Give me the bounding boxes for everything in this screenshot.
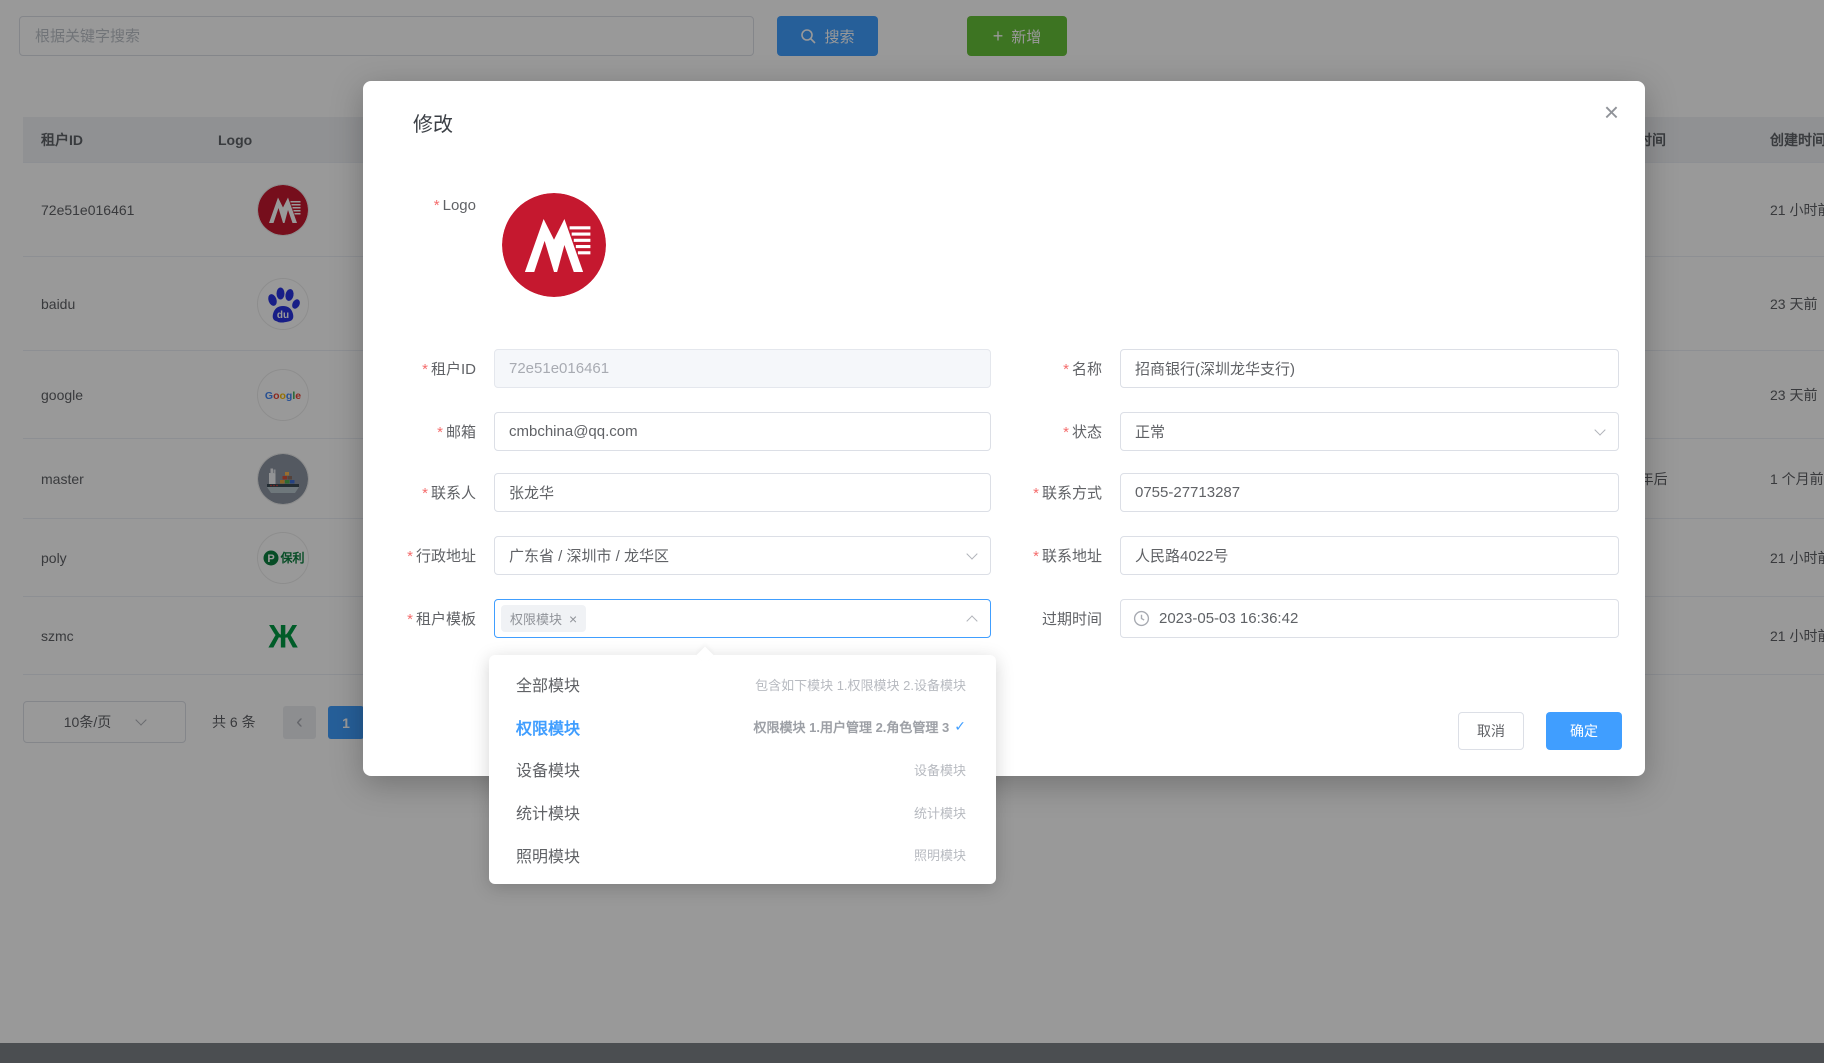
required-mark: * (1063, 424, 1069, 441)
required-mark: * (1033, 548, 1039, 565)
expire-value: 2023-05-03 16:36:42 (1159, 610, 1298, 627)
tag-label: 权限模块 (510, 609, 562, 628)
email-field[interactable] (494, 412, 991, 451)
required-mark: * (407, 611, 413, 628)
logo-field-label: Logo (443, 197, 476, 214)
region-cascader[interactable]: 广东省 / 深圳市 / 龙华区 (494, 536, 991, 575)
template-label: 租户模板 (416, 611, 476, 628)
template-dropdown: 全部模块 包含如下模块 1.权限模块 2.设备模块 权限模块 权限模块 1.用户… (489, 655, 996, 884)
required-mark: * (434, 197, 440, 214)
selected-template-tag: 权限模块 × (501, 605, 586, 632)
tag-close-icon[interactable]: × (569, 612, 577, 626)
check-icon: ✓ (954, 718, 966, 735)
dropdown-option[interactable]: 全部模块 包含如下模块 1.权限模块 2.设备模块 (489, 663, 996, 706)
dropdown-option-selected[interactable]: 权限模块 权限模块 1.用户管理 2.角色管理 3✓ (489, 706, 996, 749)
region-value: 广东省 / 深圳市 / 龙华区 (509, 545, 669, 566)
required-mark: * (407, 548, 413, 565)
confirm-button[interactable]: 确定 (1546, 712, 1622, 750)
required-mark: * (1063, 361, 1069, 378)
expire-label: 过期时间 (1042, 611, 1102, 628)
dropdown-option[interactable]: 设备模块 设备模块 (489, 748, 996, 791)
required-mark: * (422, 361, 428, 378)
contact-field[interactable] (494, 473, 991, 512)
contact-label: 联系人 (431, 485, 476, 502)
close-icon: × (1604, 97, 1619, 127)
chevron-down-icon (1594, 424, 1605, 435)
region-label: 行政地址 (416, 548, 476, 565)
required-mark: * (437, 424, 443, 441)
template-multiselect[interactable]: 权限模块 × (494, 599, 991, 638)
name-field[interactable] (1120, 349, 1619, 388)
dropdown-option[interactable]: 照明模块 照明模块 (489, 833, 996, 876)
status-value: 正常 (1135, 421, 1165, 442)
close-button[interactable]: × (1604, 99, 1619, 125)
clock-icon (1133, 610, 1150, 627)
address-field[interactable] (1120, 536, 1619, 575)
email-label: 邮箱 (446, 424, 476, 441)
tenant-id-label: 租户ID (431, 361, 476, 378)
address-label: 联系地址 (1042, 548, 1102, 565)
phone-label: 联系方式 (1042, 485, 1102, 502)
required-mark: * (422, 485, 428, 502)
dialog-title: 修改 (413, 108, 453, 137)
dropdown-option[interactable]: 统计模块 统计模块 (489, 791, 996, 834)
name-label: 名称 (1072, 361, 1102, 378)
status-select[interactable]: 正常 (1120, 412, 1619, 451)
tenant-logo-image[interactable] (502, 193, 606, 297)
tenant-id-field (494, 349, 991, 388)
cancel-button[interactable]: 取消 (1458, 712, 1524, 750)
status-label: 状态 (1072, 424, 1102, 441)
required-mark: * (1033, 485, 1039, 502)
phone-field[interactable] (1120, 473, 1619, 512)
expire-datepicker[interactable]: 2023-05-03 16:36:42 (1120, 599, 1619, 638)
